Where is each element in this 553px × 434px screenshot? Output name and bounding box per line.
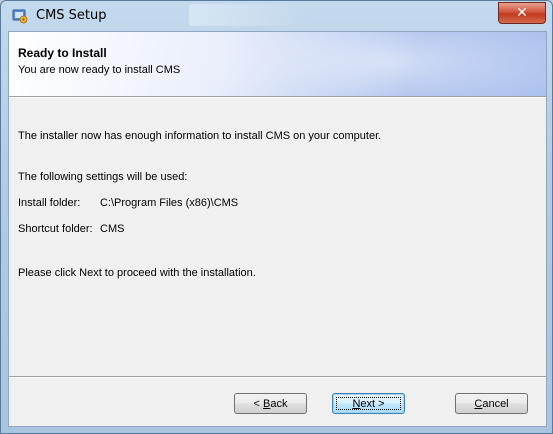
background-window-ghost	[189, 4, 309, 26]
instruction-text: Please click Next to proceed with the in…	[18, 267, 256, 279]
close-button[interactable]: ✕	[498, 2, 546, 24]
next-button[interactable]: Next >	[332, 393, 405, 414]
banner-divider	[9, 96, 546, 98]
dialog-client-area: Ready to Install You are now ready to in…	[8, 31, 547, 427]
window-title: CMS Setup	[36, 8, 107, 23]
cancel-button[interactable]: Cancel	[455, 393, 528, 414]
banner-title: Ready to Install	[18, 46, 107, 60]
intro-text: The installer now has enough information…	[18, 130, 382, 142]
install-folder-value: C:\Program Files (x86)\CMS	[100, 197, 239, 209]
title-bar[interactable]: CMS Setup ✕	[1, 1, 552, 31]
header-banner: Ready to Install You are now ready to in…	[9, 32, 546, 96]
back-button-label: < Back	[253, 397, 288, 410]
install-folder-label: Install folder:	[18, 197, 81, 209]
banner-decoration	[189, 32, 546, 96]
installer-window: CMS Setup ✕ Ready to Install You are now…	[0, 0, 553, 434]
close-icon: ✕	[516, 5, 528, 21]
setup-app-icon	[12, 9, 28, 24]
shortcut-folder-value: CMS	[100, 223, 125, 235]
shortcut-folder-label: Shortcut folder:	[18, 223, 93, 235]
next-button-label: Next >	[352, 397, 385, 410]
back-button[interactable]: < Back	[234, 393, 307, 414]
banner-subtitle: You are now ready to install CMS	[18, 64, 181, 76]
button-area-divider	[9, 376, 546, 378]
settings-heading: The following settings will be used:	[18, 171, 188, 183]
cancel-button-label: Cancel	[474, 397, 509, 410]
